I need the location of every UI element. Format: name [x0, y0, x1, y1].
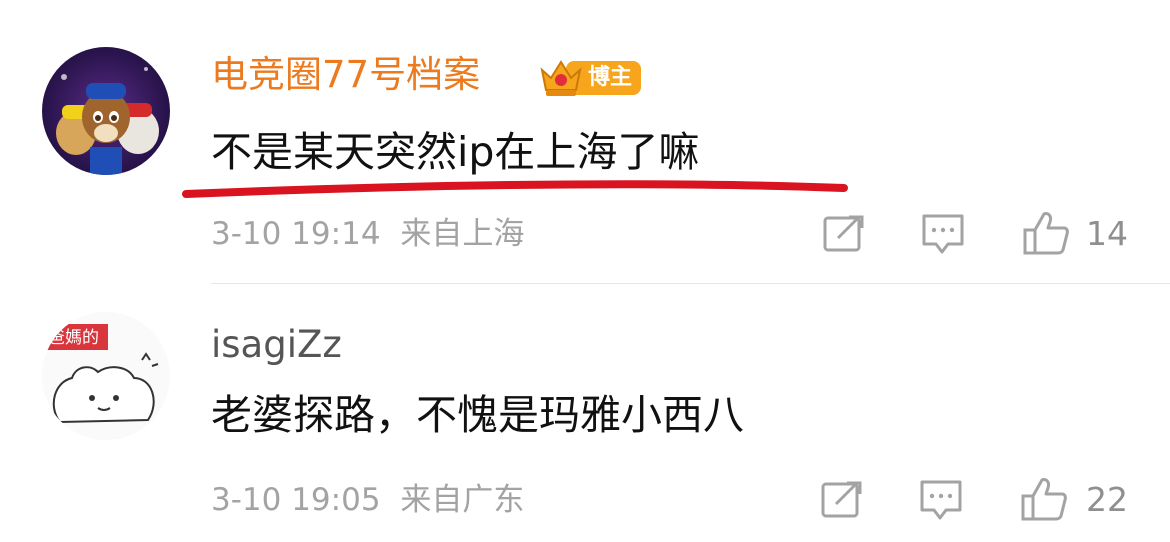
location: 来自上海 [400, 216, 525, 252]
like-icon[interactable] [1022, 210, 1070, 256]
comment-item: 电竞圈77号档案 博主 不是某天突然ip在上海了嘛 3-10 19:14 来自上… [0, 0, 1170, 280]
crown-icon [540, 60, 582, 96]
blogger-badge: 博主 [538, 56, 642, 100]
comment-item: 爸媽的 isagiZz 老婆探路，不愧是玛雅小西八 3-10 19:05 来自广… [0, 284, 1170, 542]
timestamp: 3-10 19:05 [211, 482, 381, 518]
comment-meta: 3-10 19:14 来自上海 [211, 214, 524, 254]
repost-icon[interactable] [820, 480, 864, 520]
like-icon[interactable] [1020, 476, 1068, 522]
like-count: 22 [1086, 480, 1128, 519]
comment-text: 不是某天突然ip在上海了嘛 [211, 128, 700, 176]
avatar[interactable]: 爸媽的 [42, 312, 170, 440]
username[interactable]: isagiZz [211, 322, 342, 368]
comment-icon[interactable] [918, 478, 964, 522]
repost-icon[interactable] [822, 214, 866, 254]
comment-meta: 3-10 19:05 来自广东 [211, 480, 524, 520]
location: 来自广东 [400, 482, 525, 518]
comment-icon[interactable] [920, 212, 966, 256]
avatar-text: 爸媽的 [48, 328, 99, 348]
comment-text: 老婆探路，不愧是玛雅小西八 [211, 391, 744, 439]
username[interactable]: 电竞圈77号档案 [211, 52, 480, 98]
highlight-underline [182, 180, 848, 198]
avatar[interactable] [42, 47, 170, 175]
like-count: 14 [1086, 214, 1128, 253]
timestamp: 3-10 19:14 [211, 216, 381, 252]
